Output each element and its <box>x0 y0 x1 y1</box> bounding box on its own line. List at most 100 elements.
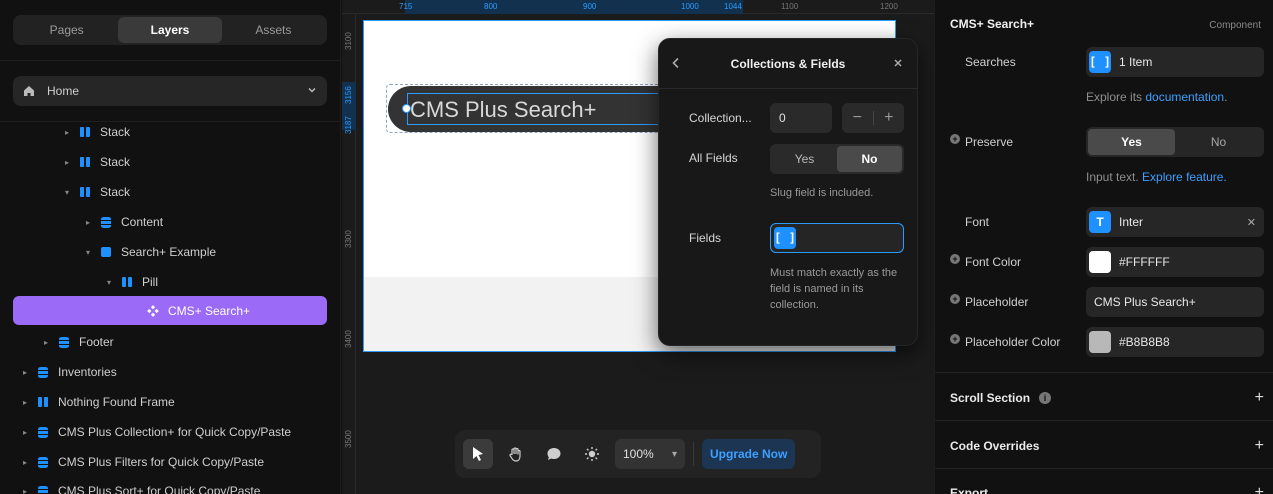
caret-down-icon[interactable]: ▾ <box>62 188 72 197</box>
documentation-link[interactable]: documentation <box>1145 90 1224 104</box>
layer-row[interactable]: ▸ Stack <box>0 147 340 177</box>
font-value: Inter <box>1119 215 1144 229</box>
layer-row[interactable]: ▸ Nothing Found Frame <box>0 387 340 417</box>
add-icon[interactable]: + <box>1255 389 1264 407</box>
component-icon <box>146 304 160 318</box>
add-icon[interactable]: + <box>1255 484 1264 494</box>
comment-tool-icon[interactable] <box>539 439 569 469</box>
cms-collection-icon <box>57 335 71 349</box>
page-select[interactable]: Home <box>13 76 327 106</box>
layer-row[interactable]: ▸ CMS Plus Filters for Quick Copy/Paste <box>0 447 340 477</box>
tab-layers[interactable]: Layers <box>118 17 222 43</box>
font-color-label[interactable]: Font Color <box>949 254 1021 269</box>
input-hint: Input text. Explore feature. <box>1086 170 1227 184</box>
placeholder-color-label[interactable]: Placeholder Color <box>949 334 1060 349</box>
stepper-plus-icon[interactable]: + <box>874 109 905 127</box>
font-color-swatch[interactable] <box>1089 251 1111 273</box>
layer-label: Inventories <box>58 365 117 379</box>
ruler-horizontal: 715 800 900 1000 1044 1100 1200 <box>342 0 934 14</box>
collection-input[interactable]: 0 <box>770 103 832 133</box>
stepper-minus-icon[interactable]: − <box>842 109 873 127</box>
layer-row[interactable]: ▸ Stack <box>0 117 340 147</box>
explore-hint: Explore its documentation. <box>1086 90 1227 104</box>
collection-stepper[interactable]: − + <box>842 103 904 133</box>
resize-handle[interactable] <box>402 104 411 113</box>
stack-icon <box>36 395 50 409</box>
caret-right-icon[interactable]: ▸ <box>83 218 93 227</box>
export-title: Export <box>950 486 989 494</box>
tab-pages[interactable]: Pages <box>15 17 118 43</box>
layer-row[interactable]: ▾ Search+ Example <box>0 237 340 267</box>
placeholder-color-field[interactable]: #B8B8B8 <box>1086 327 1264 357</box>
layer-row[interactable]: ▸ Footer <box>0 327 340 357</box>
info-icon[interactable]: i <box>1039 392 1052 404</box>
preserve-yes[interactable]: Yes <box>1088 129 1175 155</box>
ruler-tick: 900 <box>583 2 597 11</box>
scroll-section-header[interactable]: Scroll Section i + <box>950 389 1264 407</box>
preserve-no[interactable]: No <box>1175 129 1262 155</box>
placeholder-label[interactable]: Placeholder <box>949 294 1028 309</box>
tab-assets[interactable]: Assets <box>222 17 325 43</box>
ruler-vertical: 3100 3156 3187 3300 3400 3500 <box>342 14 356 494</box>
fields-input[interactable]: [ ] <box>770 223 904 253</box>
searches-field[interactable]: [ ] 1 Item <box>1086 47 1264 77</box>
layer-row-selected[interactable]: CMS+ Search+ <box>13 296 327 325</box>
ruler-tick: 1044 <box>724 2 742 11</box>
input-text: Input text. <box>1086 170 1143 184</box>
layer-row[interactable]: ▾ Stack <box>0 177 340 207</box>
upgrade-button[interactable]: Upgrade Now <box>702 439 796 469</box>
placeholder-color-swatch[interactable] <box>1089 331 1111 353</box>
font-field[interactable]: T Inter ✕ <box>1086 207 1264 237</box>
cms-collection-icon <box>99 215 113 229</box>
ruler-tick: 3100 <box>344 32 353 50</box>
pointer-tool-icon[interactable] <box>463 439 493 469</box>
layer-row[interactable]: ▾ Pill <box>0 267 340 297</box>
layer-row[interactable]: ▸ Content <box>0 207 340 237</box>
sun-theme-icon[interactable] <box>577 439 607 469</box>
ruler-tick: 3400 <box>344 330 353 348</box>
hand-tool-icon[interactable] <box>501 439 531 469</box>
layer-label: Stack <box>100 185 131 199</box>
layer-row[interactable]: ▸ CMS Plus Sort+ for Quick Copy/Paste <box>0 476 340 494</box>
scroll-section-title: Scroll Section <box>950 391 1031 405</box>
add-icon[interactable]: + <box>1255 437 1264 455</box>
all-fields-yes[interactable]: Yes <box>772 146 837 172</box>
layer-row[interactable]: ▸ Inventories <box>0 357 340 387</box>
all-fields-label: All Fields <box>689 151 738 165</box>
caret-right-icon[interactable]: ▸ <box>20 368 30 377</box>
back-chevron-icon[interactable] <box>671 56 681 72</box>
caret-right-icon[interactable]: ▸ <box>20 398 30 407</box>
canvas[interactable]: 715 800 900 1000 1044 1100 1200 3100 315… <box>342 0 934 494</box>
divider <box>935 420 1273 421</box>
code-overrides-header[interactable]: Code Overrides + <box>950 437 1264 455</box>
caret-right-icon[interactable]: ▸ <box>20 487 30 494</box>
clear-icon[interactable]: ✕ <box>1247 216 1256 229</box>
array-icon: [ ] <box>1089 51 1111 73</box>
component-tag: Component <box>1209 20 1261 31</box>
chevron-down-icon <box>307 84 317 98</box>
divider <box>693 442 694 466</box>
layer-label: CMS Plus Filters for Quick Copy/Paste <box>58 455 265 469</box>
all-fields-no[interactable]: No <box>837 146 902 172</box>
caret-right-icon[interactable]: ▸ <box>20 458 30 467</box>
layer-label: CMS Plus Collection+ for Quick Copy/Past… <box>58 425 292 439</box>
close-icon[interactable] <box>893 55 903 71</box>
cms-collection-icon <box>36 365 50 379</box>
preserve-label[interactable]: Preserve <box>949 134 1013 149</box>
layer-row[interactable]: ▸ CMS Plus Collection+ for Quick Copy/Pa… <box>0 417 340 447</box>
caret-right-icon[interactable]: ▸ <box>62 158 72 167</box>
component-title: CMS+ Search+ <box>950 17 1035 31</box>
caret-right-icon[interactable]: ▸ <box>62 128 72 137</box>
caret-right-icon[interactable]: ▸ <box>41 338 51 347</box>
search-placeholder-text[interactable]: CMS Plus Search+ <box>410 97 596 123</box>
export-header[interactable]: Export + <box>950 484 1264 494</box>
cms-collection-icon <box>36 425 50 439</box>
zoom-select[interactable]: 100% ▾ <box>615 439 685 469</box>
caret-down-icon[interactable]: ▾ <box>83 248 93 257</box>
placeholder-input[interactable]: CMS Plus Search+ <box>1086 287 1264 317</box>
font-color-field[interactable]: #FFFFFF <box>1086 247 1264 277</box>
caret-right-icon[interactable]: ▸ <box>20 428 30 437</box>
layer-label: Pill <box>142 275 159 289</box>
explore-feature-link[interactable]: Explore feature. <box>1142 170 1227 184</box>
caret-down-icon[interactable]: ▾ <box>104 278 114 287</box>
